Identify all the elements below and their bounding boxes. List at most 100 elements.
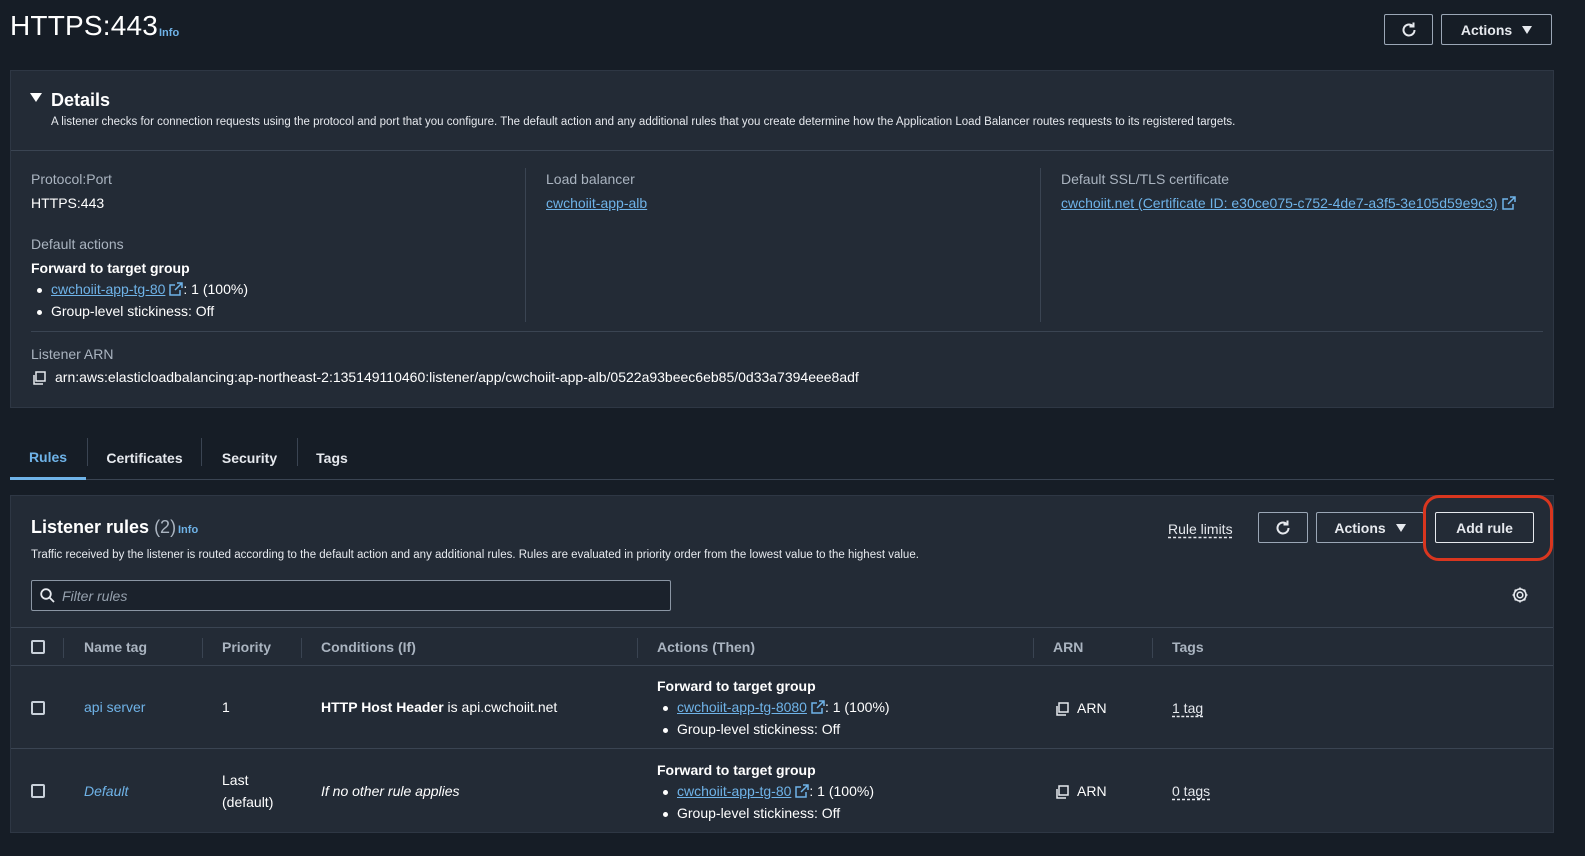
column-separator (301, 638, 302, 658)
table-header: Name tag Priority Conditions (If) Action… (11, 627, 1553, 666)
forward-label: Forward to target group (31, 260, 190, 276)
refresh-icon (1402, 22, 1415, 36)
copy-icon[interactable] (32, 371, 46, 385)
caret-down-icon[interactable] (30, 93, 42, 102)
target-group-weight: : 1 (100%) (183, 281, 248, 297)
tags-link[interactable]: 1 tag (1172, 700, 1203, 716)
stickiness-item: Group-level stickiness: Off (36, 303, 215, 319)
highlight-annotation (1423, 495, 1553, 561)
page-header: HTTPS:443 Info Actions (0, 0, 1585, 70)
caret-down-icon (1522, 25, 1533, 34)
column-header-tags[interactable]: Tags (1172, 639, 1204, 655)
rules-title: Listener rules (2) (31, 517, 176, 538)
column-header-name-tag[interactable]: Name tag (84, 639, 147, 655)
column-separator (1033, 638, 1034, 658)
rules-count: (2) (154, 517, 177, 537)
caret-down-icon (1395, 523, 1406, 532)
tab-certificates[interactable]: Certificates (89, 436, 200, 480)
filter-rules-field[interactable] (31, 580, 671, 611)
actions-button[interactable]: Actions (1441, 14, 1552, 45)
divider (31, 331, 1543, 332)
target-group-item: cwchoiit-app-tg-80 : 1 (100%) (37, 281, 248, 297)
refresh-button[interactable] (1258, 512, 1308, 543)
filter-rules-input[interactable] (62, 581, 662, 610)
info-link[interactable]: Info (159, 27, 179, 39)
column-header-actions[interactable]: Actions (Then) (657, 639, 755, 655)
load-balancer-label: Load balancer (546, 171, 635, 187)
action-target-item: cwchoiit-app-tg-80 : 1 (100%) (663, 783, 874, 799)
default-actions-label: Default actions (31, 236, 124, 252)
select-all-checkbox[interactable] (31, 640, 45, 654)
rule-name-link[interactable]: api server (84, 699, 145, 715)
row-checkbox[interactable] (31, 701, 45, 715)
certificate-value: cwchoiit.net (Certificate ID: e30ce075-c… (1061, 195, 1516, 211)
rule-priority: Last (222, 772, 249, 788)
rules-description: Traffic received by the listener is rout… (31, 549, 919, 561)
column-separator (202, 638, 203, 658)
table-row: api server 1 HTTP Host Header is api.cwc… (11, 666, 1553, 749)
rules-actions-button[interactable]: Actions (1316, 512, 1424, 543)
target-group-link[interactable]: cwchoiit-app-tg-8080 (677, 699, 807, 715)
column-divider (1040, 168, 1041, 322)
tab-separator (87, 438, 88, 466)
copy-icon[interactable] (1055, 785, 1069, 799)
external-link-icon (795, 784, 810, 798)
rule-name-link[interactable]: Default (84, 783, 128, 799)
details-header[interactable]: Details A listener checks for connection… (11, 71, 1553, 151)
copy-icon[interactable] (1055, 702, 1069, 716)
column-separator (63, 638, 64, 658)
row-checkbox[interactable] (31, 784, 45, 798)
column-separator (637, 638, 638, 658)
info-link[interactable]: Info (178, 524, 198, 536)
protocol-port-value: HTTPS:443 (31, 195, 105, 211)
tags-link[interactable]: 0 tags (1172, 783, 1210, 799)
column-divider (525, 168, 526, 322)
rule-priority-sub: (default) (222, 794, 274, 810)
column-header-priority[interactable]: Priority (222, 639, 271, 655)
listener-arn-value: arn:aws:elasticloadbalancing:ap-northeas… (55, 369, 859, 385)
arn-copy-label[interactable]: ARN (1077, 783, 1107, 799)
listener-arn-label: Listener ARN (31, 346, 114, 362)
tab-rules[interactable]: Rules (10, 436, 86, 480)
tab-separator (297, 438, 298, 466)
rule-condition: If no other rule applies (321, 783, 460, 799)
table-row: Default Last (default) If no other rule … (11, 750, 1553, 833)
certificate-label: Default SSL/TLS certificate (1061, 171, 1230, 187)
tab-bar: Rules Certificates Security Tags (10, 436, 1554, 480)
load-balancer-link[interactable]: cwchoiit-app-alb (546, 195, 647, 211)
action-stickiness: Group-level stickiness: Off (662, 721, 841, 737)
condition-value: If no other rule applies (321, 783, 460, 799)
tab-tags[interactable]: Tags (299, 436, 365, 480)
protocol-port-label: Protocol:Port (31, 171, 112, 187)
tab-separator (201, 438, 202, 466)
target-group-link[interactable]: cwchoiit-app-tg-80 (677, 783, 791, 799)
gear-icon[interactable] (1511, 586, 1529, 604)
target-group-weight: : 1 (100%) (809, 783, 874, 799)
actions-label: Actions (1460, 21, 1513, 38)
tab-security[interactable]: Security (203, 436, 296, 480)
details-panel: Details A listener checks for connection… (10, 70, 1554, 408)
search-icon (40, 588, 55, 603)
actions-label: Actions (1334, 519, 1386, 536)
rule-condition: HTTP Host Header is api.cwchoiit.net (321, 699, 557, 715)
details-description: A listener checks for connection request… (51, 116, 1236, 128)
page-title: HTTPS:443 (10, 10, 159, 41)
details-title: Details (51, 90, 111, 110)
external-link-icon (169, 282, 184, 296)
certificate-link[interactable]: cwchoiit.net (Certificate ID: e30ce075-c… (1061, 195, 1498, 211)
rule-priority: 1 (222, 699, 230, 715)
column-header-conditions[interactable]: Conditions (If) (321, 639, 416, 655)
action-stickiness: Group-level stickiness: Off (662, 805, 841, 821)
action-title: Forward to target group (657, 678, 816, 694)
rules-title-text: Listener rules (31, 517, 150, 537)
target-group-link[interactable]: cwchoiit-app-tg-80 (51, 281, 165, 297)
column-header-arn[interactable]: ARN (1053, 639, 1083, 655)
refresh-button[interactable] (1384, 14, 1433, 45)
condition-value: is api.cwchoiit.net (443, 699, 558, 715)
external-link-icon (811, 700, 825, 714)
refresh-icon (1276, 520, 1290, 534)
arn-copy-label[interactable]: ARN (1077, 700, 1107, 716)
listener-rules-panel: Listener rules (2) Info Traffic received… (10, 495, 1554, 833)
rule-limits-link[interactable]: Rule limits (1168, 521, 1233, 537)
external-link-icon (1501, 196, 1516, 210)
